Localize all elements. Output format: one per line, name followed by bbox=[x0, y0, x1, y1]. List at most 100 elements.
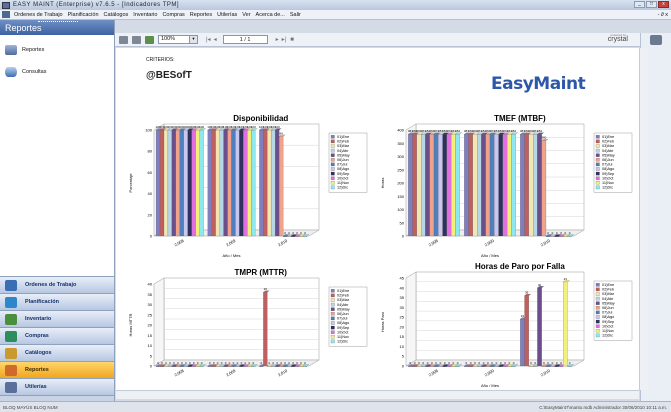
export-icon[interactable] bbox=[132, 35, 141, 44]
chart-bar bbox=[442, 365, 447, 367]
chart-bar bbox=[175, 129, 180, 237]
grip-handle[interactable] bbox=[38, 21, 78, 24]
sidebar-item-reportes[interactable]: Reportes bbox=[0, 39, 114, 61]
next-page-icon[interactable]: ▸ bbox=[276, 36, 279, 43]
chart-bar bbox=[472, 365, 478, 367]
menu-utilerias[interactable]: Utilerías bbox=[217, 12, 237, 18]
chart-bar bbox=[211, 129, 216, 237]
menu-reportes[interactable]: Reportes bbox=[190, 12, 212, 18]
menu-planificacion[interactable]: Planificación bbox=[68, 12, 99, 18]
chart-data-label: 100 bbox=[199, 125, 204, 129]
menu-inventario[interactable]: Inventario bbox=[133, 12, 157, 18]
chart-bar bbox=[451, 365, 456, 367]
chart-legend-swatch bbox=[330, 185, 335, 190]
menu-acerca[interactable]: Acerca de... bbox=[256, 12, 285, 18]
chart-legend-swatch bbox=[595, 148, 600, 153]
refresh-icon[interactable] bbox=[145, 35, 154, 44]
chart-title: Horas de Paro por Falla bbox=[475, 262, 565, 271]
stop-icon[interactable]: ■ bbox=[290, 37, 294, 43]
menu-ordenes[interactable]: Ordenes de Trabajo bbox=[14, 12, 63, 18]
chart-bar bbox=[271, 129, 276, 237]
page-indicator[interactable]: 1 / 1 bbox=[222, 35, 268, 44]
chart-legend-swatch bbox=[330, 148, 335, 153]
nav-utilerias[interactable]: Utilerías bbox=[0, 378, 114, 395]
close-button[interactable]: x bbox=[658, 1, 669, 8]
easymaint-logo: EasyMaint bbox=[491, 74, 586, 94]
chart-bar bbox=[563, 281, 568, 367]
chart-bar bbox=[195, 365, 200, 367]
chart-legend-swatch bbox=[330, 298, 335, 302]
chart-bar bbox=[247, 365, 252, 367]
work-orders-icon bbox=[5, 279, 17, 291]
chart-legend-label: 07)Jul bbox=[337, 163, 347, 167]
chart-title: TMPR (MTTR) bbox=[235, 268, 288, 277]
nav-catalogos[interactable]: Catálogos bbox=[0, 344, 114, 361]
chart-legend-swatch bbox=[330, 316, 335, 321]
chart-bar bbox=[302, 235, 308, 237]
nav-label: Reportes bbox=[25, 367, 49, 373]
chart-bar bbox=[494, 365, 499, 367]
chart-bar bbox=[520, 318, 525, 367]
chart-legend-label: 01)Ene bbox=[602, 283, 614, 287]
sidebar-item-consultas[interactable]: Consultas bbox=[0, 61, 114, 83]
chart-legend-swatch bbox=[595, 153, 600, 157]
chart-bar bbox=[464, 365, 469, 367]
sidebar-header: Reportes bbox=[0, 20, 114, 35]
chart-data-label: 384 bbox=[537, 129, 542, 133]
mdi-controls[interactable]: - ∂ x bbox=[658, 12, 668, 18]
horizontal-scrollbar[interactable] bbox=[116, 390, 639, 399]
nav-inventario[interactable]: Inventario bbox=[0, 310, 114, 327]
chart-bar bbox=[438, 365, 443, 367]
chart-bar bbox=[438, 134, 443, 237]
chart-bar bbox=[235, 365, 240, 367]
chart-legend-label: 06)Jun bbox=[602, 158, 614, 162]
zoom-select[interactable]: 100% ▼ bbox=[158, 35, 198, 44]
nav-reportes[interactable]: Reportes bbox=[0, 361, 114, 378]
chart-bar bbox=[179, 365, 184, 367]
crystal-brand: crystal bbox=[607, 36, 628, 43]
chart-bar bbox=[537, 134, 542, 237]
maximize-button[interactable]: □ bbox=[646, 1, 657, 8]
chart-tick-label: 20 bbox=[148, 323, 153, 328]
chart-bar bbox=[485, 134, 491, 237]
chart-bar bbox=[235, 129, 240, 237]
minimize-button[interactable]: _ bbox=[634, 1, 645, 8]
print-icon[interactable] bbox=[119, 35, 128, 44]
chart-bar bbox=[425, 134, 430, 237]
chart-x-label: Año / Mes bbox=[222, 253, 240, 258]
chart-legend-swatch bbox=[330, 307, 335, 311]
chart-category-label: 2,009 bbox=[225, 368, 237, 378]
chart-tick-label: 100 bbox=[397, 207, 404, 212]
chart-bar bbox=[455, 365, 460, 367]
menu-salir[interactable]: Salir bbox=[290, 12, 301, 18]
nav-compras[interactable]: Compras bbox=[0, 327, 114, 344]
vertical-scrollbar[interactable] bbox=[639, 48, 648, 390]
menu-catalogos[interactable]: Catálogos bbox=[104, 12, 129, 18]
tool-icon[interactable] bbox=[650, 35, 662, 45]
menu-ver[interactable]: Ver bbox=[242, 12, 250, 18]
chart-category-label: 2,008 bbox=[173, 238, 185, 248]
chart-tick-label: 45 bbox=[400, 276, 405, 281]
report-page: CRITERIOS: @BESofT EasyMaint Disponibili… bbox=[116, 48, 639, 390]
chart-bar bbox=[183, 129, 188, 237]
chart-legend-swatch bbox=[595, 310, 600, 315]
chart-bar bbox=[416, 134, 422, 237]
first-page-icon[interactable]: |◂ bbox=[206, 36, 211, 43]
chart-bar bbox=[163, 365, 169, 367]
nav-ordenes-de-trabajo[interactable]: Ordenes de Trabajo bbox=[0, 276, 114, 293]
chart-bar bbox=[171, 129, 176, 237]
chart-category-label: 2,009 bbox=[225, 238, 237, 248]
chart-bar bbox=[263, 129, 268, 237]
menu-compras[interactable]: Compras bbox=[162, 12, 184, 18]
nav-planificacion[interactable]: Planificación bbox=[0, 293, 114, 310]
mdi-window-icon[interactable] bbox=[2, 11, 10, 18]
chart-bar bbox=[155, 129, 161, 237]
last-page-icon[interactable]: ▸| bbox=[282, 36, 287, 43]
prev-page-icon[interactable]: ◂ bbox=[214, 36, 217, 43]
chart-bar bbox=[243, 365, 248, 367]
chart-data-label: 360 bbox=[541, 136, 546, 140]
sidebar: Reportes Reportes Consultas Ordenes de T… bbox=[0, 20, 115, 403]
crystal-logo: powered by crystal bbox=[584, 33, 640, 46]
chart-legend-label: 07)Jul bbox=[602, 311, 612, 315]
chart-tick-label: 40 bbox=[148, 282, 153, 287]
